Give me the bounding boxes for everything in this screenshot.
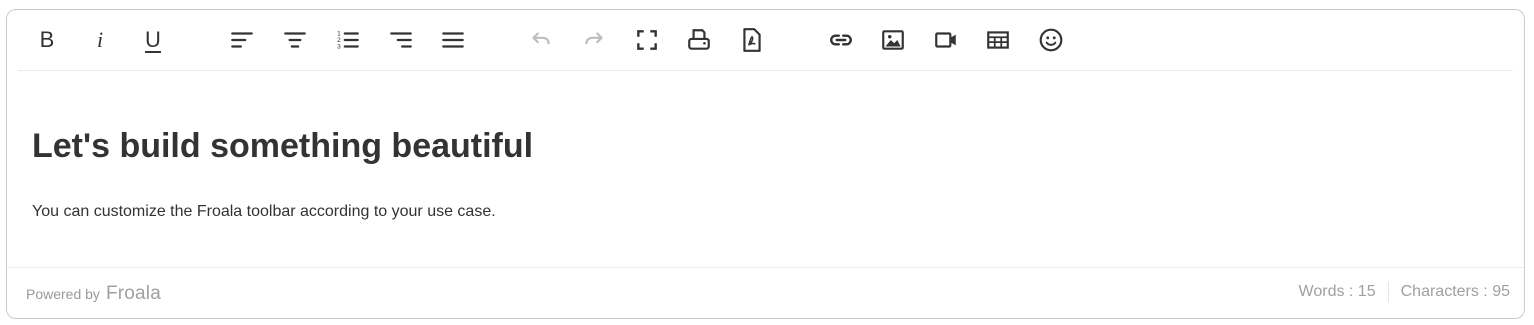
fullscreen-button[interactable] <box>627 18 667 62</box>
rich-text-editor: B i U 123 Let's build something beautifu… <box>6 9 1525 319</box>
align-justify-button[interactable] <box>433 18 473 62</box>
emoticon-icon <box>1039 28 1063 52</box>
bold-button[interactable]: B <box>27 18 67 62</box>
toolbar-divider <box>18 70 1513 71</box>
print-icon <box>688 29 710 50</box>
underline-button[interactable]: U <box>133 18 173 62</box>
powered-by-label: Powered by <box>26 286 100 302</box>
italic-icon: i <box>96 27 104 52</box>
align-center-icon <box>284 32 306 48</box>
undo-icon <box>532 32 550 45</box>
redo-button[interactable] <box>574 18 614 62</box>
ordered-list-button[interactable]: 123 <box>328 18 368 62</box>
align-left-icon <box>231 32 253 48</box>
underline-icon: U <box>145 27 161 52</box>
image-icon <box>882 30 904 50</box>
svg-text:3: 3 <box>337 44 341 51</box>
redo-icon <box>585 32 603 45</box>
align-justify-icon <box>442 32 464 48</box>
ordered-list-icon: 123 <box>337 31 359 51</box>
video-icon <box>935 32 956 48</box>
align-center-button[interactable] <box>275 18 315 62</box>
editor-toolbar: B i U 123 <box>7 10 1524 70</box>
insert-video-button[interactable] <box>926 18 966 62</box>
emoticons-button[interactable] <box>1031 18 1071 62</box>
insert-link-button[interactable] <box>821 18 861 62</box>
pdf-icon <box>743 28 761 52</box>
insert-table-button[interactable] <box>978 18 1018 62</box>
froala-logo: Froala <box>105 283 161 304</box>
link-icon <box>830 34 852 46</box>
content-heading[interactable]: Let's build something beautiful <box>32 127 533 166</box>
counter-divider <box>1387 282 1389 302</box>
align-left-button[interactable] <box>222 18 262 62</box>
content-paragraph[interactable]: You can customize the Froala toolbar acc… <box>32 203 496 221</box>
editor-footer: Powered by Froala Words : 15 Characters … <box>7 267 1524 318</box>
align-right-icon <box>390 32 412 48</box>
bold-icon: B <box>39 27 55 52</box>
table-icon <box>987 31 1009 49</box>
word-count: Words : 15 <box>1298 283 1376 300</box>
undo-button[interactable] <box>521 18 561 62</box>
print-button[interactable] <box>679 18 719 62</box>
counters: Words : 15 Characters : 95 <box>1299 282 1510 302</box>
fullscreen-icon <box>637 30 657 50</box>
pdf-button[interactable] <box>732 18 772 62</box>
character-count: Characters : 95 <box>1400 283 1510 300</box>
insert-image-button[interactable] <box>873 18 913 62</box>
align-right-button[interactable] <box>381 18 421 62</box>
italic-button[interactable]: i <box>80 18 120 62</box>
powered-by-link[interactable]: Powered by Froala <box>26 283 161 305</box>
